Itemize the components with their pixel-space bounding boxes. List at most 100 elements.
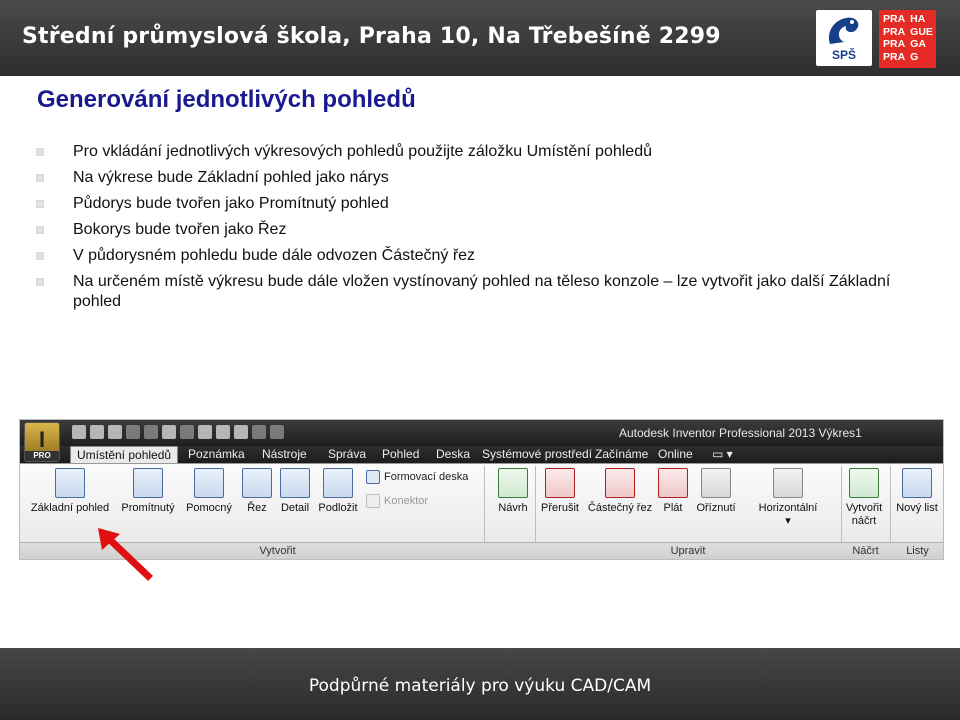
save-icon[interactable]	[108, 425, 122, 439]
auxiliary-view-icon	[194, 468, 224, 498]
create-sketch-label: náčrt	[851, 515, 877, 527]
praha-logo-text: PRA	[883, 50, 906, 63]
application-menu-button[interactable]: I PRO	[24, 422, 60, 462]
app-edition: PRO	[25, 451, 59, 461]
slice-label: Plát	[663, 502, 683, 514]
break-label: Přerušit	[541, 502, 579, 514]
auxiliary-view-button[interactable]: Pomocný	[180, 468, 238, 515]
bullet-item: Pro vkládání jednotlivých výkresových po…	[36, 142, 936, 162]
bullet-marker-icon	[36, 226, 44, 234]
praha-logo: PRA HA PRA GUE PRA GA PRA G	[879, 10, 936, 68]
tab-deska[interactable]: Deska	[430, 446, 476, 463]
tab-sprava[interactable]: Správa	[322, 446, 372, 463]
new-sheet-icon	[902, 468, 932, 498]
create-sketch-label: Vytvořit	[845, 502, 883, 514]
tab-umisteni-pohledu[interactable]: Umístění pohledů	[70, 446, 179, 464]
praha-logo-text: PRA	[883, 25, 906, 38]
horizontal-align-icon	[773, 468, 803, 498]
update-icon[interactable]	[198, 425, 212, 439]
tab-poznamka[interactable]: Poznámka	[182, 446, 251, 463]
slice-icon	[658, 468, 688, 498]
group-label-sketch: Náčrt	[852, 545, 879, 557]
new-file-icon[interactable]	[72, 425, 86, 439]
bullet-text: Na výkrese bude Základní pohled jako nár…	[73, 169, 389, 186]
footer-bar: Podpůrné materiály pro výuku CAD/CAM	[0, 648, 960, 720]
connector-button[interactable]: Konektor	[366, 494, 428, 508]
section-view-icon	[242, 468, 272, 498]
connector-label: Konektor	[384, 495, 429, 507]
break-button[interactable]: Přerušit	[538, 468, 582, 515]
horizontal-align-button[interactable]: Horizontální ▾	[756, 468, 820, 528]
bullet-text: Pro vkládání jednotlivých výkresových po…	[73, 143, 652, 160]
break-out-button[interactable]: Částečný řez	[586, 468, 654, 515]
tab-systemove-prostredi[interactable]: Systémové prostředí	[476, 446, 598, 463]
ribbon-tabs: Umístění pohledů Poznámka Nástroje Správ…	[20, 446, 943, 464]
model-icon[interactable]	[234, 425, 248, 439]
create-sketch-button[interactable]: Vytvořit náčrt	[842, 468, 886, 528]
section-view-button[interactable]: Řez	[240, 468, 274, 515]
bullet-text: V půdorysném pohledu bude dále odvozen Č…	[73, 247, 476, 264]
tab-online[interactable]: Online	[652, 446, 699, 463]
color-icon[interactable]	[180, 425, 194, 439]
bullet-marker-icon	[36, 174, 44, 182]
ribbon-options-icon[interactable]: ▭ ▾	[706, 446, 739, 463]
break-out-icon	[605, 468, 635, 498]
tab-nastroje[interactable]: Nástroje	[256, 446, 313, 463]
bullet-item: Půdorys bude tvořen jako Promítnutý pohl…	[36, 194, 936, 214]
quick-access-icons	[72, 425, 284, 439]
bullet-list: Pro vkládání jednotlivých výkresových po…	[36, 142, 936, 318]
draft-view-label: Návrh	[498, 502, 528, 514]
print-icon[interactable]	[162, 425, 176, 439]
create-sketch-icon	[849, 468, 879, 498]
open-folder-icon[interactable]	[90, 425, 104, 439]
slide: Střední průmyslová škola, Praha 10, Na T…	[0, 0, 960, 720]
redo-icon[interactable]	[144, 425, 158, 439]
new-sheet-button[interactable]: Nový list	[892, 468, 942, 515]
praha-logo-text: HA	[910, 13, 926, 25]
group-label-modify: Upravit	[670, 545, 706, 557]
bullet-marker-icon	[36, 278, 44, 286]
slide-title: Generování jednotlivých pohledů	[37, 86, 416, 113]
praha-logo-text: G	[910, 50, 919, 63]
bullet-item: Na určeném místě výkresu bude dále vlože…	[36, 272, 936, 312]
overlay-view-button[interactable]: Podložit	[314, 468, 362, 515]
projected-view-button[interactable]: Promítnutý	[116, 468, 180, 515]
measure-icon[interactable]	[252, 425, 266, 439]
overlay-view-icon	[323, 468, 353, 498]
crop-label: Oříznutí	[696, 502, 736, 514]
material-icon[interactable]	[216, 425, 230, 439]
customize-dropdown-icon[interactable]	[270, 425, 284, 439]
section-view-label: Řez	[247, 502, 267, 514]
flat-pattern-button[interactable]: Formovací deska	[366, 470, 468, 484]
bullet-marker-icon	[36, 252, 44, 260]
base-view-icon	[55, 468, 85, 498]
tab-zaciname[interactable]: Začínáme	[589, 446, 654, 463]
base-view-button[interactable]: Základní pohled	[25, 468, 115, 515]
bullet-marker-icon	[36, 200, 44, 208]
dropdown-arrow-icon: ▾	[785, 515, 791, 527]
new-sheet-label: Nový list	[896, 502, 938, 514]
break-icon	[545, 468, 575, 498]
bullet-item: Bokorys bude tvořen jako Řez	[36, 220, 936, 240]
group-label-sheets: Listy	[906, 545, 929, 557]
praha-logo-text: PRA	[883, 38, 906, 50]
footer-text: Podpůrné materiály pro výuku CAD/CAM	[308, 676, 652, 696]
detail-view-icon	[280, 468, 310, 498]
praha-logo-text: GUE	[910, 25, 933, 38]
bullet-text: Půdorys bude tvořen jako Promítnutý pohl…	[73, 195, 389, 212]
header-title: Střední průmyslová škola, Praha 10, Na T…	[22, 24, 721, 49]
bullet-marker-icon	[36, 148, 44, 156]
praha-logo-text: PRA	[883, 13, 906, 25]
overlay-view-label: Podložit	[318, 502, 358, 514]
tab-pohled[interactable]: Pohled	[376, 446, 425, 463]
slice-button[interactable]: Plát	[656, 468, 690, 515]
detail-view-button[interactable]: Detail	[276, 468, 314, 515]
horizontal-align-label: Horizontální	[758, 502, 818, 514]
app-letter: I	[38, 427, 46, 452]
praha-logo-text: GA	[910, 38, 926, 50]
quick-access-toolbar: Autodesk Inventor Professional 2013 Výkr…	[20, 420, 943, 446]
crop-button[interactable]: Oříznutí	[694, 468, 738, 515]
undo-icon[interactable]	[126, 425, 140, 439]
draft-view-button[interactable]: Návrh	[492, 468, 534, 515]
bullet-text: Bokorys bude tvořen jako Řez	[73, 221, 287, 238]
